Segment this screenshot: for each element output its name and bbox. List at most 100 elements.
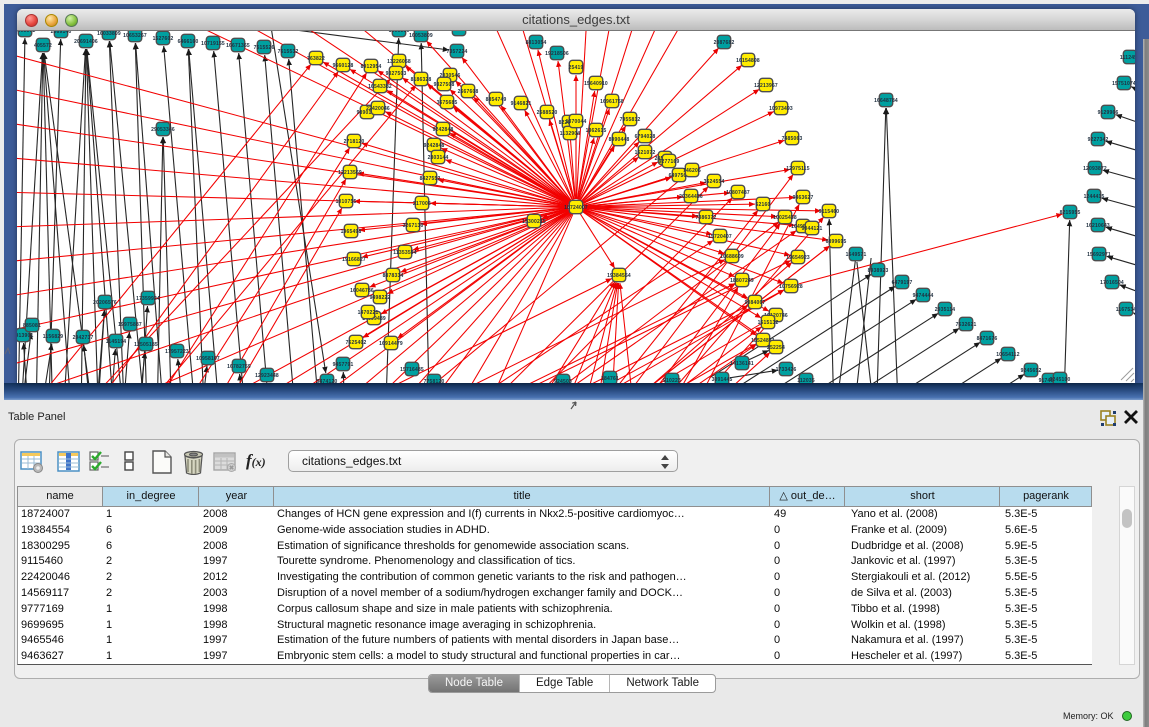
svg-text:8215955: 8215955 xyxy=(1060,210,1081,216)
svg-text:885081: 885081 xyxy=(23,323,41,329)
svg-text:1649571: 1649571 xyxy=(846,252,867,258)
svg-text:3624554: 3624554 xyxy=(704,179,725,185)
svg-text:10756928: 10756928 xyxy=(779,284,803,290)
svg-text:2942737: 2942737 xyxy=(73,335,94,341)
svg-text:3267130: 3267130 xyxy=(403,223,424,229)
svg-text:2588520: 2588520 xyxy=(537,110,558,116)
svg-text:9245652: 9245652 xyxy=(1021,368,1042,374)
svg-text:10807487: 10807487 xyxy=(726,190,750,196)
svg-text:8813054: 8813054 xyxy=(526,40,547,46)
svg-text:16961758: 16961758 xyxy=(600,99,624,105)
svg-text:1370044: 1370044 xyxy=(566,119,587,125)
svg-text:6794028: 6794028 xyxy=(635,134,656,140)
svg-text:10973493: 10973493 xyxy=(769,106,793,112)
svg-text:7758120: 7758120 xyxy=(424,379,445,383)
svg-text:2069140: 2069140 xyxy=(51,31,72,35)
svg-text:8186328: 8186328 xyxy=(411,77,432,83)
svg-text:19975887: 19975887 xyxy=(118,322,142,328)
svg-text:9327508: 9327508 xyxy=(434,82,455,88)
svg-text:1167534: 1167534 xyxy=(1116,307,1135,313)
svg-text:924503: 924503 xyxy=(554,379,572,383)
svg-text:25419: 25419 xyxy=(569,65,584,71)
svg-text:9498222: 9498222 xyxy=(370,295,391,301)
svg-text:10688609: 10688609 xyxy=(720,254,744,260)
svg-text:6479197: 6479197 xyxy=(892,280,913,286)
svg-text:9660128: 9660128 xyxy=(333,63,354,69)
svg-text:9474120: 9474120 xyxy=(317,379,338,383)
svg-text:11353594: 11353594 xyxy=(393,250,417,256)
svg-text:1145194: 1145194 xyxy=(106,339,127,345)
svg-text:9327503: 9327503 xyxy=(386,71,407,77)
svg-text:16053809: 16053809 xyxy=(409,33,433,39)
svg-text:1470221: 1470221 xyxy=(358,310,379,316)
svg-text:9084067: 9084067 xyxy=(745,300,766,306)
svg-text:9242848: 9242848 xyxy=(424,143,445,149)
svg-text:17957223: 17957223 xyxy=(165,349,189,355)
svg-text:10653267: 10653267 xyxy=(123,33,147,39)
svg-text:7357224: 7357224 xyxy=(447,49,468,55)
svg-text:9474444: 9474444 xyxy=(913,293,934,299)
svg-text:29053346: 29053346 xyxy=(151,127,175,133)
svg-text:16648784: 16648784 xyxy=(874,98,898,104)
svg-text:3913901: 3913901 xyxy=(17,333,33,339)
svg-text:7632621: 7632621 xyxy=(956,322,977,328)
svg-text:9457791: 9457791 xyxy=(333,362,354,368)
svg-text:9129966: 9129966 xyxy=(1098,110,1119,116)
svg-text:16914479: 16914479 xyxy=(379,341,403,347)
svg-text:12093872: 12093872 xyxy=(1083,166,1107,172)
svg-text:8854749: 8854749 xyxy=(486,97,507,103)
svg-text:14136141: 14136141 xyxy=(730,361,754,367)
svg-text:1244415: 1244415 xyxy=(1084,194,1105,200)
svg-text:12213569: 12213569 xyxy=(338,170,362,176)
svg-text:16210643: 16210643 xyxy=(1086,223,1110,229)
svg-text:1405572: 1405572 xyxy=(17,31,35,34)
svg-text:9146821: 9146821 xyxy=(511,101,532,107)
svg-text:112035: 112035 xyxy=(797,378,815,383)
svg-text:1621072: 1621072 xyxy=(635,150,656,156)
svg-text:9245100: 9245100 xyxy=(1050,377,1071,383)
svg-text:12213967: 12213967 xyxy=(754,83,778,89)
svg-text:1527602: 1527602 xyxy=(153,36,174,42)
svg-text:1010755: 1010755 xyxy=(336,199,357,205)
svg-text:16033809: 16033809 xyxy=(97,31,121,37)
svg-text:3675685: 3675685 xyxy=(437,100,458,106)
svg-text:217006: 217006 xyxy=(413,201,431,207)
svg-text:7357224: 7357224 xyxy=(449,31,470,33)
svg-text:13226058: 13226058 xyxy=(387,59,411,65)
svg-text:8938923: 8938923 xyxy=(868,268,889,274)
svg-text:12505185: 12505185 xyxy=(134,342,158,348)
svg-text:910223: 910223 xyxy=(663,378,681,383)
svg-text:1156829: 1156829 xyxy=(43,334,64,340)
svg-text:8878334: 8878334 xyxy=(383,273,404,279)
svg-text:9463627: 9463627 xyxy=(793,195,814,201)
svg-text:7386372: 7386372 xyxy=(696,215,717,221)
svg-text:15720407: 15720407 xyxy=(708,234,732,240)
svg-text:1615132: 1615132 xyxy=(758,320,779,326)
svg-text:9115460: 9115460 xyxy=(819,209,840,215)
svg-text:2087682: 2087682 xyxy=(714,40,735,46)
svg-text:6899695: 6899695 xyxy=(826,239,847,245)
svg-text:7615532: 7615532 xyxy=(278,49,299,55)
svg-text:22420046: 22420046 xyxy=(366,106,390,112)
svg-text:6466160: 6466160 xyxy=(178,39,199,45)
svg-text:7625402: 7625402 xyxy=(346,340,367,346)
svg-text:9277169: 9277169 xyxy=(659,159,680,165)
svg-text:7485063: 7485063 xyxy=(782,136,803,142)
svg-text:10654112: 10654112 xyxy=(996,352,1020,358)
svg-text:12975115: 12975115 xyxy=(786,166,810,172)
svg-text:16671365: 16671365 xyxy=(226,43,250,49)
svg-text:16543382: 16543382 xyxy=(368,84,392,90)
svg-text:12923448: 12923448 xyxy=(255,373,279,379)
svg-text:2667608: 2667608 xyxy=(458,89,479,95)
svg-text:8990448: 8990448 xyxy=(609,137,630,143)
svg-text:17359924: 17359924 xyxy=(136,296,160,302)
svg-text:9227342: 9227342 xyxy=(1088,137,1109,143)
svg-text:17016504: 17016504 xyxy=(1100,280,1124,286)
svg-text:16154808: 16154808 xyxy=(736,58,760,64)
svg-text:19654923: 19654923 xyxy=(786,255,810,261)
svg-text:3091445: 3091445 xyxy=(712,377,733,383)
svg-text:405572: 405572 xyxy=(34,43,52,49)
svg-text:1605380: 1605380 xyxy=(389,31,410,34)
svg-text:2718120: 2718120 xyxy=(344,139,365,145)
svg-text:19166827: 19166827 xyxy=(342,257,366,263)
